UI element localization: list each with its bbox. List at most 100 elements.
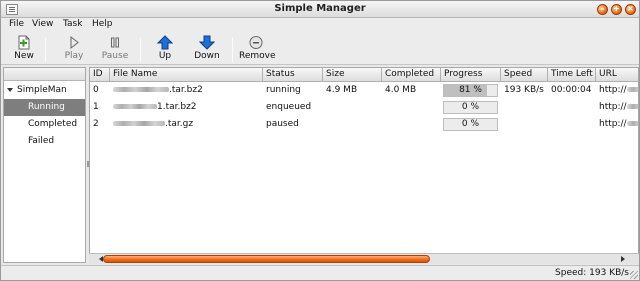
redacted-filename [113, 87, 169, 92]
tree-item-label: Completed [28, 119, 78, 129]
table-row[interactable]: 2 .tar.gz paused 0 % http:// [90, 116, 638, 133]
play-button[interactable]: Play [57, 35, 91, 64]
menu-view[interactable]: View [32, 19, 53, 29]
file-suffix: 1.tar.bz2 [157, 102, 197, 112]
cell-size [323, 116, 382, 133]
cell-size: 4.9 MB [326, 85, 358, 95]
column-header-file-name[interactable]: File Name [110, 68, 263, 82]
column-header-url[interactable]: URL [596, 68, 638, 82]
down-arrow-icon [198, 35, 216, 50]
progress-text: 81 % [459, 85, 482, 95]
menu-task[interactable]: Task [63, 19, 82, 29]
new-icon [16, 35, 32, 50]
menu-bar: File View Task Help [1, 18, 639, 33]
tree-item-completed[interactable]: Completed [4, 116, 85, 133]
play-icon [66, 35, 82, 50]
column-header-speed[interactable]: Speed [501, 68, 548, 82]
table-row[interactable]: 0 .tar.bz2 running 4.9 MB 4.0 MB 81 % 19… [90, 82, 638, 99]
cell-status: enqueued [266, 102, 312, 112]
redacted-url [626, 104, 638, 109]
expand-arrow-icon[interactable] [7, 88, 13, 92]
app-window: Simple Manager – + × File View Task Help… [0, 0, 640, 281]
cell-id: 0 [93, 85, 99, 95]
toolbar-separator [140, 38, 141, 62]
up-label: Up [158, 51, 172, 61]
toolbar-separator [45, 38, 46, 62]
toolbar: New Play Pause Up Down Remove [1, 33, 639, 65]
download-table: ID File Name Status Size Completed Progr… [89, 67, 639, 263]
maximize-button[interactable]: + [611, 4, 622, 15]
category-tree: SimpleMan Running Completed Failed [3, 67, 86, 263]
status-bar: Speed: 193 KB/s [1, 265, 639, 280]
cell-file-name: .tar.gz [110, 116, 263, 133]
cell-time-left: 00:00:04 [551, 85, 592, 95]
new-button[interactable]: New [7, 35, 41, 64]
cell-id: 2 [93, 119, 99, 129]
progress-text: 0 % [461, 102, 480, 112]
cell-completed: 4.0 MB [385, 85, 417, 95]
cell-url: http:// [596, 116, 638, 133]
redacted-filename [113, 104, 157, 109]
close-button[interactable]: × [625, 4, 636, 15]
column-header-size[interactable]: Size [323, 68, 382, 82]
minimize-button[interactable]: – [597, 4, 608, 15]
remove-button[interactable]: Remove [239, 35, 276, 64]
cell-status: paused [266, 119, 299, 129]
tree-item-running[interactable]: Running [4, 99, 85, 116]
new-label: New [14, 51, 34, 61]
pause-icon [107, 35, 123, 50]
pause-button[interactable]: Pause [98, 35, 132, 64]
up-button[interactable]: Up [148, 35, 182, 64]
url-prefix: http:// [599, 102, 627, 112]
cell-completed [382, 99, 441, 116]
menu-file[interactable]: File [9, 19, 24, 29]
tree-root-label: SimpleMan [17, 85, 67, 95]
progress-bar: 81 % [443, 84, 498, 97]
progress-bar: 0 % [443, 118, 498, 131]
toolbar-separator [232, 38, 233, 62]
tree-item-label: Running [28, 102, 65, 112]
scroll-right-icon[interactable] [621, 256, 625, 262]
column-header-progress[interactable]: Progress [441, 68, 501, 82]
remove-icon [248, 35, 264, 50]
column-header-status[interactable]: Status [263, 68, 323, 82]
cell-speed: 193 KB/s [504, 85, 544, 95]
down-button[interactable]: Down [190, 35, 224, 64]
url-prefix: http:// [599, 119, 627, 129]
redacted-url [626, 121, 638, 126]
tree-item-failed[interactable]: Failed [4, 133, 85, 150]
pause-label: Pause [101, 51, 129, 61]
scrollbar-thumb[interactable] [103, 255, 430, 263]
window-title: Simple Manager [274, 3, 366, 14]
menu-help[interactable]: Help [92, 19, 113, 29]
cell-speed [501, 116, 548, 133]
tree-root-simpleman[interactable]: SimpleMan [4, 82, 85, 99]
cell-file-name: .tar.bz2 [110, 82, 263, 99]
cell-size [323, 99, 382, 116]
cell-id: 1 [93, 102, 99, 112]
table-row[interactable]: 1 1.tar.bz2 enqueued 0 % http:// [90, 99, 638, 116]
tree-header[interactable] [4, 68, 85, 81]
column-header-completed[interactable]: Completed [382, 68, 441, 82]
progress-bar: 0 % [443, 101, 498, 114]
remove-label: Remove [239, 51, 276, 61]
resize-grip-icon[interactable] [630, 271, 638, 279]
cell-status: running [266, 85, 301, 95]
url-prefix: http:// [599, 85, 627, 95]
tree-item-label: Failed [28, 136, 55, 146]
title-bar[interactable]: Simple Manager – + × [1, 1, 639, 18]
cell-speed [501, 99, 548, 116]
cell-url: http:// [596, 99, 638, 116]
horizontal-scrollbar[interactable] [89, 253, 639, 264]
up-arrow-icon [156, 35, 174, 50]
down-label: Down [194, 51, 220, 61]
cell-time-left [548, 99, 596, 116]
speed-status: Speed: 193 KB/s [555, 268, 629, 278]
cell-completed [382, 116, 441, 133]
progress-text: 0 % [461, 119, 480, 129]
cell-file-name: 1.tar.bz2 [110, 99, 263, 116]
column-header-id[interactable]: ID [90, 68, 110, 82]
column-header-time-left[interactable]: Time Left [548, 68, 596, 82]
cell-url: http:// [596, 82, 638, 99]
file-suffix: .tar.gz [165, 119, 194, 129]
